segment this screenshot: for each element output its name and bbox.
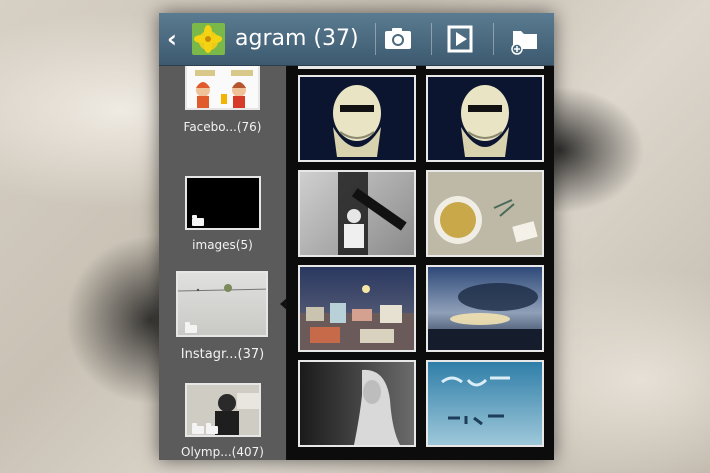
statue-photo [461, 85, 509, 157]
photo-thumbnail[interactable] [298, 170, 416, 257]
album-label: Olymp...(407) [181, 445, 264, 459]
photo-thumbnail[interactable] [426, 170, 544, 257]
photo-thumbnail[interactable] [298, 265, 416, 352]
portrait-photo [354, 369, 400, 445]
folder-icon [192, 423, 204, 434]
divider [431, 23, 432, 55]
divider [493, 23, 494, 55]
photo-thumbnail[interactable] [426, 265, 544, 352]
photo-thumbnail[interactable] [426, 75, 544, 162]
new-album-button[interactable] [505, 21, 545, 57]
album-label: Instagr...(37) [180, 347, 265, 362]
camera-button[interactable] [378, 21, 418, 57]
coffee-photo [434, 196, 538, 244]
shadow-figure-photo [338, 172, 407, 255]
city-photo [300, 285, 414, 350]
cartoon-thumbnail [195, 70, 253, 108]
album-label: images(5) [192, 238, 253, 252]
folder-icon [206, 423, 218, 434]
chevron-left-icon[interactable]: ‹ [167, 27, 185, 51]
folder-icon [192, 215, 204, 226]
album-item-facebook[interactable]: Facebo...(76) [159, 66, 286, 156]
sky-photo [428, 283, 542, 350]
photo-grid[interactable] [287, 66, 554, 460]
folder-add-icon [511, 31, 537, 55]
album-cover-thumbnail[interactable] [192, 23, 225, 55]
slideshow-button[interactable] [441, 21, 481, 57]
play-icon [447, 25, 473, 53]
album-item-olympus[interactable]: Olymp...(407) [159, 383, 286, 460]
divider [375, 23, 376, 55]
photo-thumbnail[interactable] [426, 360, 544, 447]
album-thumbnail [185, 383, 261, 437]
album-thumbnail [185, 66, 260, 110]
album-item-instagram[interactable]: Instagr...(37) [159, 271, 286, 371]
camera-icon [385, 28, 411, 49]
folder-icon [185, 322, 197, 333]
album-thumbnail [185, 176, 261, 230]
gallery-window: ‹ agram (37) Facebo...(76) images(5) Ins… [159, 13, 554, 460]
album-label: Facebo...(76) [183, 120, 262, 134]
album-title: agram (37) [235, 26, 359, 51]
album-list-panel[interactable]: Facebo...(76) images(5) Instagr...(37) O… [159, 66, 286, 460]
photo-thumbnail[interactable] [298, 360, 416, 447]
flower-icon [194, 25, 222, 53]
photo-thumbnail[interactable] [298, 75, 416, 162]
action-bar: ‹ agram (37) [159, 13, 554, 66]
album-item-images[interactable]: images(5) [159, 176, 286, 256]
statue-photo [333, 85, 381, 157]
photo-edge [298, 66, 416, 69]
photo-edge [426, 66, 544, 69]
window-writing-photo [441, 376, 510, 426]
album-thumbnail [176, 271, 268, 337]
